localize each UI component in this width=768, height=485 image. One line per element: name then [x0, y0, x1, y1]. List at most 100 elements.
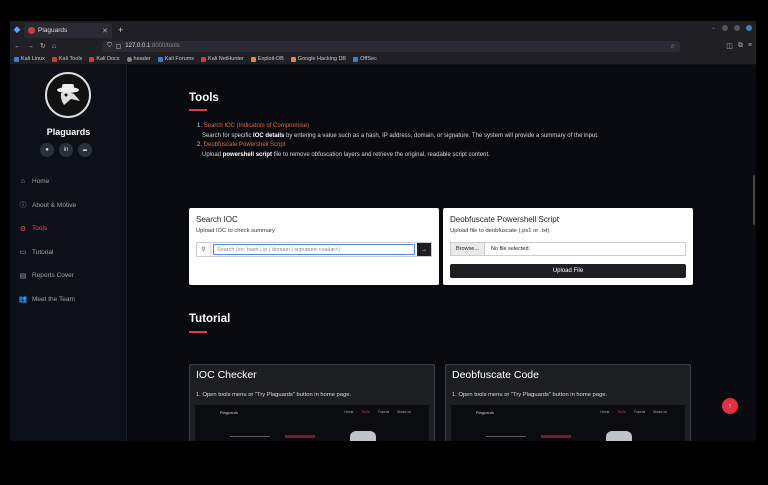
- upload-file-button[interactable]: Upload File: [450, 264, 686, 278]
- tutorial-screenshot: Plaguards Home Tools Tutorial About us: [195, 405, 429, 441]
- linkedin-icon[interactable]: in: [59, 143, 73, 157]
- sidebar-item-team[interactable]: 👥 Meet the Team: [19, 288, 76, 312]
- bookmark-label: OffSec: [360, 56, 377, 62]
- sidebar-menu: ⌂ Home ⓘ About & Motive ⚙ Tools ▭ Tutorial ▤…: [19, 170, 76, 311]
- share-icon[interactable]: ➦: [78, 143, 92, 157]
- tab-bar: ◆ Plaguards ✕ + ⌄: [10, 21, 756, 38]
- tutorial-step: 1. Open tools menu or "Try Plaguards" bu…: [452, 392, 608, 398]
- tutorial-card-title: IOC Checker: [196, 369, 257, 381]
- bookmark-star-icon[interactable]: ☆: [670, 43, 675, 50]
- close-window-button[interactable]: [746, 24, 752, 31]
- toolbar-right: ◫ ⧉ ≡: [726, 42, 752, 50]
- tutorial-card-ioc: IOC Checker 1. Open tools menu or "Try P…: [189, 364, 435, 441]
- bookmark-ghdb[interactable]: Google Hacking DB: [290, 56, 346, 62]
- tutorial-heading: Tutorial: [189, 313, 231, 325]
- github-icon[interactable]: ●: [40, 143, 54, 157]
- search-input[interactable]: Search (ex: hash | ip | domain | signatu…: [213, 244, 415, 255]
- sidebar-item-tools[interactable]: ⚙ Tools: [19, 217, 76, 241]
- bookmark-label: header: [133, 56, 151, 62]
- bookmark-offsec[interactable]: OffSec: [353, 56, 377, 62]
- report-icon: ▤: [19, 272, 27, 280]
- list-number: 1.: [197, 123, 204, 129]
- bookmark-kali-forums[interactable]: Kali Forums: [157, 56, 194, 62]
- shot-nav-item: Tools: [361, 410, 370, 414]
- browser-window: ◆ Plaguards ✕ + ⌄ ← → ↻ ⌂ ⛉ ▢ 127.0.0.1:…: [10, 21, 756, 441]
- reload-icon[interactable]: ↻: [40, 42, 46, 50]
- url-path: :8000/tools: [150, 43, 180, 49]
- shot-nav-item: Tools: [617, 410, 626, 414]
- deobfuscate-link[interactable]: Deobfuscate Powershell Script: [204, 142, 286, 148]
- browse-button[interactable]: Browse...: [451, 243, 485, 255]
- tutorial-card-deobfuscate: Deobfuscate Code 1. Open tools menu or "…: [445, 364, 691, 441]
- shot-brand: Plaguards: [476, 410, 495, 415]
- sidebar-item-reports[interactable]: ▤ Reports Cover: [19, 264, 76, 288]
- kali-icon: [157, 56, 163, 62]
- shot-nav-item: About us: [397, 410, 411, 414]
- search-ioc-link[interactable]: Search IOC (Indicators of Compromise): [204, 123, 309, 129]
- minimize-button[interactable]: [722, 24, 728, 31]
- sidebar-item-label: Tutorial: [32, 248, 54, 256]
- browser-tab[interactable]: Plaguards ✕: [24, 23, 112, 38]
- list-tabs-icon[interactable]: ⌄: [711, 24, 716, 31]
- bookmark-exploit-db[interactable]: Exploit-DB: [250, 56, 284, 62]
- team-icon: 👥: [18, 296, 28, 304]
- search-icon: ⚲: [197, 243, 211, 256]
- sidebar-item-home[interactable]: ⌂ Home: [19, 170, 76, 194]
- url-bar[interactable]: ⛉ ▢ 127.0.0.1:8000/tools ☆: [102, 40, 681, 52]
- offsec-icon: [353, 56, 359, 62]
- item1-text-2: by entering a value such as a hash, IP a…: [284, 132, 599, 139]
- bookmarks-bar: Kali Linux Kali Tools Kali Docs header K…: [10, 54, 756, 65]
- shot-hero-image: [350, 431, 376, 441]
- maximize-button[interactable]: [734, 24, 740, 31]
- sidebar-item-label: Home: [32, 178, 50, 186]
- search-submit-button[interactable]: →: [417, 243, 431, 256]
- kali-icon: [201, 56, 207, 62]
- item2-text: Upload: [202, 151, 223, 158]
- deobfuscate-card: Deobfuscate Powershell Script Upload fil…: [443, 208, 693, 285]
- shot-nav-item: Home: [600, 410, 610, 414]
- search-group: ⚲ Search (ex: hash | ip | domain | signa…: [196, 242, 432, 257]
- menu-icon[interactable]: ≡: [748, 42, 752, 50]
- window-controls: ⌄: [711, 24, 752, 31]
- shot-nav-item: Tutorial: [377, 410, 390, 414]
- sidebar-item-about[interactable]: ⓘ About & Motive: [19, 194, 77, 218]
- scrollbar[interactable]: [753, 175, 755, 225]
- nav-bar: ← → ↻ ⌂ ⛉ ▢ 127.0.0.1:8000/tools ☆ ◫ ⧉ ≡: [10, 38, 756, 54]
- tools-icon: ⚙: [19, 225, 27, 233]
- bookmark-kali-tools[interactable]: Kali Tools: [51, 56, 83, 62]
- list-number: 2.: [197, 142, 204, 148]
- bookmark-kali-docs[interactable]: Kali Docs: [89, 56, 120, 62]
- bookmark-label: Kali Tools: [58, 56, 83, 62]
- tools-list: 1. Search IOC (Indicators of Compromise)…: [197, 122, 677, 160]
- bookmark-label: Exploit-DB: [257, 56, 284, 62]
- bookmark-header[interactable]: header: [126, 56, 151, 62]
- screen: ◆ Plaguards ✕ + ⌄ ← → ↻ ⌂ ⛉ ▢ 127.0.0.1:…: [0, 0, 768, 485]
- social-links: ● in ➦: [40, 143, 92, 157]
- back-icon[interactable]: ←: [14, 43, 21, 50]
- heading-underline: [189, 331, 207, 333]
- sidebar-item-label: Tools: [32, 225, 48, 233]
- item1-text: Search for specific: [202, 132, 254, 139]
- sidebar-item-label: Reports Cover: [32, 272, 74, 280]
- sidebar: Plaguards ● in ➦ ⌂ Home ⓘ About & Motive ⚙…: [10, 65, 127, 441]
- home-icon[interactable]: ⌂: [52, 43, 56, 50]
- close-tab-icon[interactable]: ✕: [102, 27, 108, 35]
- new-tab-button[interactable]: +: [118, 25, 123, 35]
- pocket-icon[interactable]: ◫: [726, 42, 733, 50]
- deobfuscate-title: Deobfuscate Powershell Script: [450, 215, 559, 224]
- url-host: 127.0.0.1: [125, 43, 151, 49]
- extensions-icon[interactable]: ⧉: [738, 42, 743, 50]
- forward-icon[interactable]: →: [27, 43, 34, 50]
- tab-favicon-icon: [28, 27, 35, 34]
- bookmark-kali-nethunter[interactable]: Kali NetHunter: [201, 56, 244, 62]
- item1-bold: IOC details: [253, 132, 285, 139]
- shot-accent: [285, 435, 315, 438]
- file-input[interactable]: Browse... No file selected.: [450, 242, 686, 256]
- bookmark-kali-linux[interactable]: Kali Linux: [14, 56, 45, 62]
- sidebar-item-tutorial[interactable]: ▭ Tutorial: [19, 241, 76, 265]
- scroll-top-button[interactable]: ↑: [722, 398, 738, 414]
- globe-icon: [126, 56, 132, 62]
- kali-menu-icon[interactable]: ◆: [10, 21, 24, 38]
- tutorial-card-title: Deobfuscate Code: [452, 369, 539, 381]
- search-ioc-card: Search IOC Upload IOC to check summary ⚲…: [189, 208, 439, 285]
